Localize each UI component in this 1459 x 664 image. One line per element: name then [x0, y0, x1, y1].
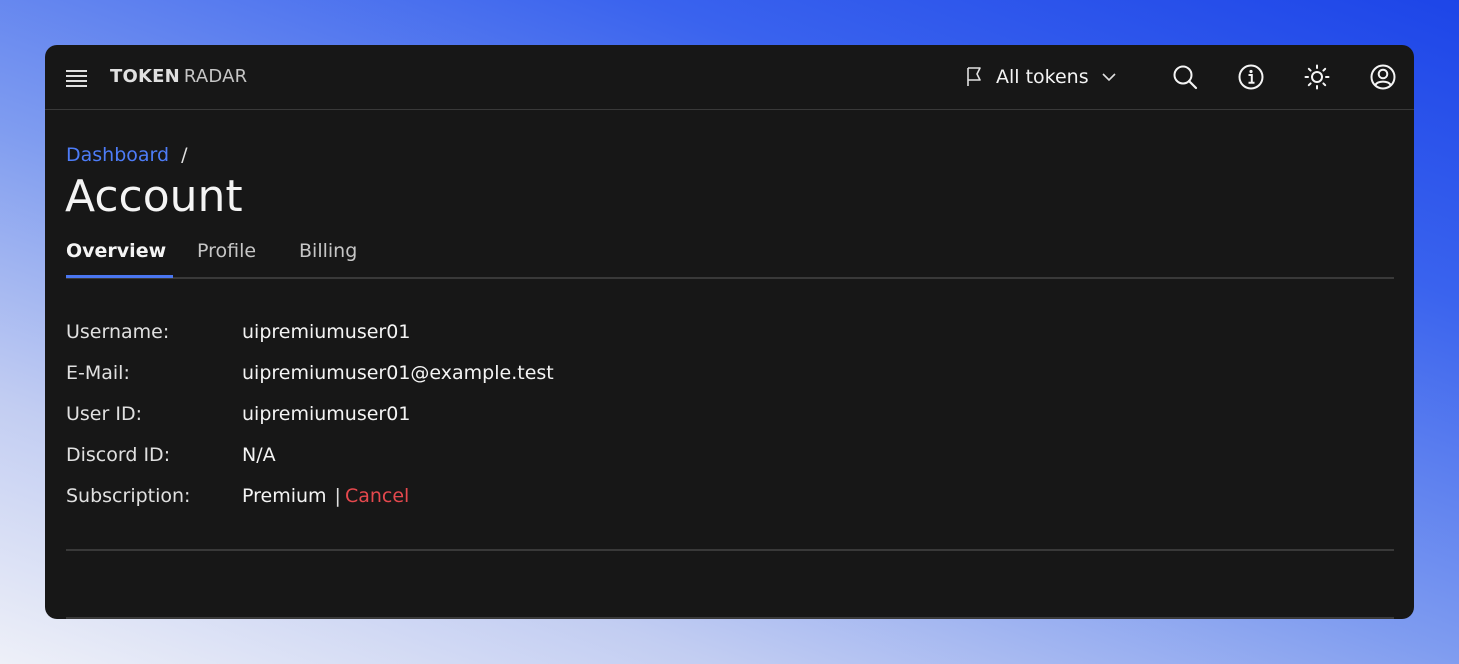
detail-row-username: Username: uipremiumuser01	[66, 317, 766, 358]
discord-id-label: Discord ID:	[66, 444, 171, 466]
hamburger-menu-icon[interactable]	[66, 67, 88, 87]
chevron-down-icon	[1102, 73, 1116, 82]
tab-overview[interactable]: Overview	[66, 239, 166, 263]
section-divider	[66, 549, 1394, 551]
top-navigation-bar: TOKEN RADAR All tokens	[45, 45, 1414, 110]
brand-secondary: RADAR	[183, 66, 248, 87]
detail-row-email: E-Mail: uipremiumuser01@example.test	[66, 358, 766, 399]
username-value: uipremiumuser01	[242, 321, 411, 343]
subscription-label: Subscription:	[66, 485, 191, 507]
sun-icon[interactable]	[1301, 61, 1333, 93]
page-title: Account	[65, 171, 243, 222]
user-avatar-icon[interactable]	[1367, 61, 1399, 93]
active-tab-indicator	[66, 275, 173, 278]
breadcrumb-dashboard-link[interactable]: Dashboard	[66, 144, 169, 166]
cancel-subscription-link[interactable]: Cancel	[345, 485, 409, 507]
detail-row-discord-id: Discord ID: N/A	[66, 440, 766, 481]
discord-id-value: N/A	[242, 444, 276, 466]
email-label: E-Mail:	[66, 362, 130, 384]
search-icon[interactable]	[1169, 61, 1201, 93]
email-value: uipremiumuser01@example.test	[242, 362, 554, 384]
user-id-value: uipremiumuser01	[242, 403, 411, 425]
bottom-divider	[66, 617, 1394, 619]
tab-billing[interactable]: Billing	[299, 239, 357, 263]
username-label: Username:	[66, 321, 170, 343]
breadcrumb: Dashboard /	[66, 143, 188, 167]
account-details: Username: uipremiumuser01 E-Mail: uiprem…	[66, 317, 766, 522]
subscription-value-group: Premium | Cancel	[242, 484, 409, 508]
info-icon[interactable]	[1235, 61, 1267, 93]
token-filter-label: All tokens	[996, 66, 1089, 88]
brand-logo[interactable]: TOKEN RADAR	[110, 64, 247, 90]
breadcrumb-separator: /	[181, 144, 188, 166]
app-window: TOKEN RADAR All tokens Dashboard / Accou…	[45, 45, 1414, 619]
user-id-label: User ID:	[66, 403, 142, 425]
account-tabs: Overview Profile Billing	[66, 235, 1394, 279]
flag-icon	[967, 67, 981, 86]
detail-row-subscription: Subscription: Premium | Cancel	[66, 481, 766, 522]
detail-row-user-id: User ID: uipremiumuser01	[66, 399, 766, 440]
brand-primary: TOKEN	[110, 66, 180, 87]
token-filter-dropdown[interactable]: All tokens	[959, 61, 1129, 93]
subscription-separator: |	[334, 485, 341, 507]
subscription-value: Premium	[242, 485, 327, 507]
tab-profile[interactable]: Profile	[197, 239, 256, 263]
